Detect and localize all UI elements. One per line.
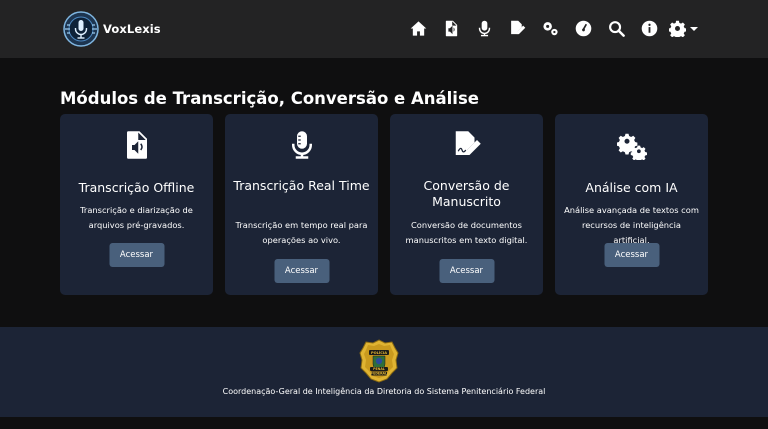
nav-ai-analysis[interactable]: [534, 16, 567, 40]
top-navbar: VoxLexis: [0, 0, 768, 58]
card-handwriting-conversion: Conversão de Manuscrito Conversão de doc…: [390, 114, 543, 295]
settings-icon: [668, 20, 686, 37]
card-title: Transcrição Offline: [78, 180, 195, 195]
nav-icon-bar: [402, 16, 700, 40]
audio-file-icon: [126, 131, 147, 159]
footer: POLÍCIA PENAL FEDERAL: [0, 327, 768, 417]
brand-name: VoxLexis: [103, 22, 161, 36]
modules-grid: Transcrição Offline Transcrição e diariz…: [60, 114, 708, 295]
badge-text-3: FEDERAL: [371, 372, 387, 376]
microphone-icon: [291, 131, 312, 159]
card-description: Transcrição e diarização de arquivos pré…: [80, 205, 193, 230]
nav-transcription-realtime[interactable]: [468, 16, 501, 40]
nav-info[interactable]: [633, 16, 666, 40]
card-title: Transcrição Real Time: [233, 178, 370, 193]
access-button[interactable]: Acessar: [439, 259, 494, 283]
nav-search[interactable]: [600, 16, 633, 40]
chevron-down-icon: [689, 26, 698, 31]
signature-icon: [511, 20, 526, 34]
nav-dashboard[interactable]: [567, 16, 600, 40]
nav-settings-dropdown[interactable]: [666, 16, 700, 40]
gears-icon: [543, 21, 558, 35]
dashboard-icon: [575, 20, 592, 36]
card-description: Análise avançada de textos com recursos …: [564, 205, 699, 245]
brand[interactable]: VoxLexis: [62, 10, 161, 48]
nav-home[interactable]: [402, 16, 435, 40]
nav-handwriting-conversion[interactable]: [501, 16, 534, 40]
policia-penal-federal-badge-icon: POLÍCIA PENAL FEDERAL: [359, 339, 399, 383]
card-description: Transcrição em tempo real para operações…: [235, 220, 368, 245]
card-title: Conversão de Manuscrito: [423, 178, 510, 209]
card-transcription-offline: Transcrição Offline Transcrição e diariz…: [60, 114, 213, 295]
info-icon: [641, 20, 658, 36]
voxlexis-logo-icon: [63, 11, 99, 47]
card-ai-analysis: Análise com IA Análise avançada de texto…: [555, 114, 708, 295]
gears-icon: [616, 133, 647, 160]
page-title: Módulos de Transcrição, Conversão e Anál…: [60, 89, 479, 108]
badge-text-1: POLÍCIA: [371, 350, 387, 355]
audio-file-icon: [445, 20, 458, 36]
card-transcription-realtime: Transcrição Real Time Transcrição em tem…: [225, 114, 378, 295]
microphone-icon: [478, 20, 491, 36]
search-icon: [609, 20, 625, 37]
signature-file-icon: [455, 131, 481, 155]
card-title: Análise com IA: [585, 180, 678, 195]
footer-text: Coordenação-Geral de Inteligência da Dir…: [222, 387, 546, 396]
access-button[interactable]: Acessar: [109, 243, 164, 267]
access-button[interactable]: Acessar: [274, 259, 329, 283]
access-button[interactable]: Acessar: [604, 243, 659, 267]
badge-text-2: PENAL: [373, 367, 385, 371]
card-description: Conversão de documentos manuscritos em t…: [405, 220, 528, 245]
nav-transcription-offline[interactable]: [435, 16, 468, 40]
home-icon: [410, 20, 427, 36]
